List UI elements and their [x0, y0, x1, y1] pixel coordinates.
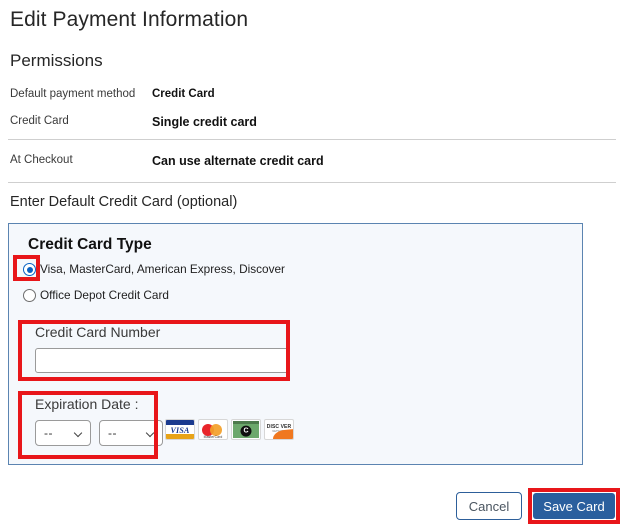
- permission-row-default-payment-method: Default payment method Credit Card: [0, 88, 624, 110]
- visa-bottom-band: [166, 434, 194, 439]
- permission-label: Default payment method: [10, 88, 136, 100]
- amex-logo-icon: [231, 419, 261, 440]
- credit-card-number-label: Credit Card Number: [35, 324, 161, 340]
- discover-logo-icon: DISC VER NETWORK: [264, 419, 294, 440]
- permission-value: Credit Card: [152, 88, 215, 100]
- visa-top-band: [166, 420, 194, 425]
- mastercard-logo-icon: MasterCard: [198, 419, 228, 440]
- expiration-month-select[interactable]: --: [35, 420, 91, 446]
- amex-center-mark: [240, 425, 252, 437]
- chevron-down-icon: [75, 430, 83, 438]
- expiration-year-select[interactable]: --: [99, 420, 163, 446]
- expiration-month-value: --: [44, 426, 53, 440]
- permission-label: Credit Card: [10, 115, 69, 127]
- permission-value: Can use alternate credit card: [152, 154, 324, 168]
- edit-payment-information-page: Edit Payment Information Permissions Def…: [0, 0, 624, 528]
- permission-row-at-checkout: At Checkout Can use alternate credit car…: [0, 154, 624, 176]
- save-card-button[interactable]: Save Card: [533, 493, 615, 519]
- credit-card-panel: Credit Card Type Visa, MasterCard, Ameri…: [8, 223, 583, 465]
- visa-logo-icon: VISA: [165, 419, 195, 440]
- expiration-year-value: --: [108, 426, 117, 440]
- expiration-date-label: Expiration Date :: [35, 396, 139, 412]
- radio-label: Visa, MasterCard, American Express, Disc…: [40, 262, 285, 276]
- permission-label: At Checkout: [10, 154, 73, 166]
- divider: [8, 182, 616, 183]
- page-title: Edit Payment Information: [10, 8, 249, 31]
- permission-value: Single credit card: [152, 115, 257, 129]
- divider: [8, 139, 616, 140]
- mastercard-wordmark: MasterCard: [203, 434, 223, 439]
- chevron-down-icon: [147, 430, 155, 438]
- radio-label: Office Depot Credit Card: [40, 288, 169, 302]
- enter-default-credit-card-heading: Enter Default Credit Card (optional): [10, 194, 238, 210]
- cancel-button[interactable]: Cancel: [456, 492, 522, 520]
- credit-card-number-input[interactable]: [35, 348, 290, 373]
- credit-card-type-heading: Credit Card Type: [28, 236, 152, 253]
- permissions-heading: Permissions: [10, 51, 103, 70]
- permission-row-credit-card: Credit Card Single credit card: [0, 115, 624, 137]
- radio-button-icon[interactable]: [23, 289, 36, 302]
- amex-top-strip: [233, 421, 259, 424]
- radio-button-icon[interactable]: [23, 263, 36, 276]
